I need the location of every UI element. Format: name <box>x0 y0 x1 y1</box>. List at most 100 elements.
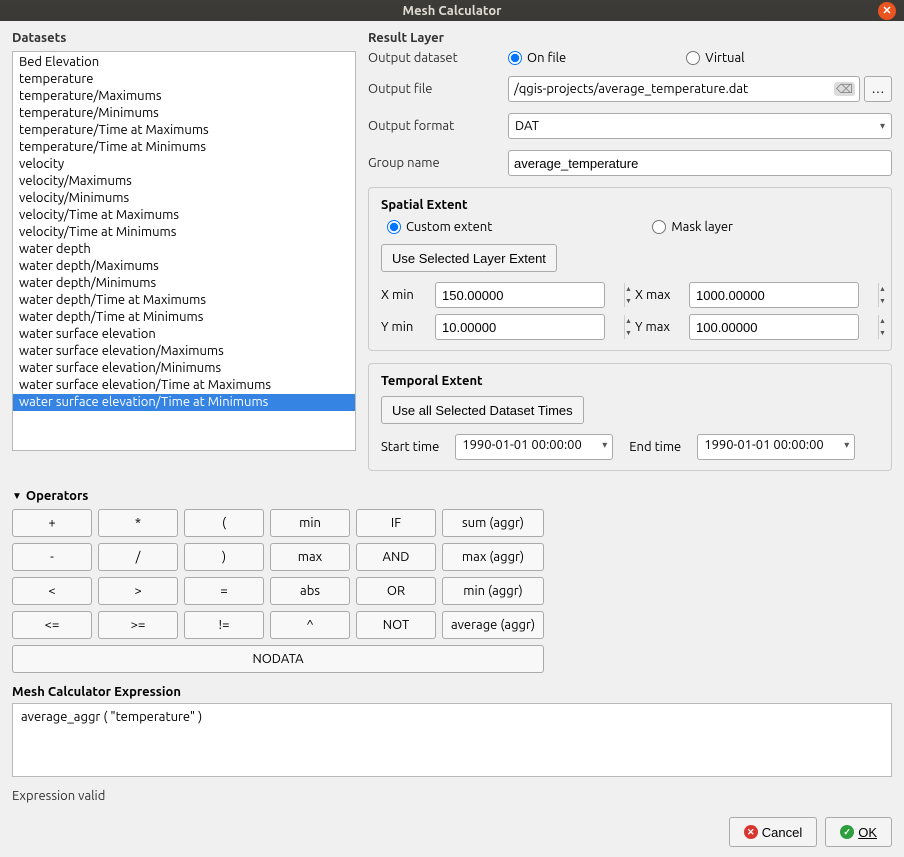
spin-down-icon[interactable]: ▼ <box>879 295 886 307</box>
dataset-item[interactable]: velocity/Time at Minimums <box>13 224 355 241</box>
operator-button[interactable]: sum (aggr) <box>442 509 544 537</box>
browse-button[interactable]: … <box>864 76 892 102</box>
ymin-input[interactable]: ▲▼ <box>435 314 605 340</box>
output-format-row: Output format DAT <box>368 113 892 139</box>
dataset-item[interactable]: temperature/Maximums <box>13 88 355 105</box>
xmax-input[interactable]: ▲▼ <box>689 282 859 308</box>
result-layer-label: Result Layer <box>368 31 892 45</box>
operator-button[interactable]: <= <box>12 611 92 639</box>
dataset-item[interactable]: water depth/Maximums <box>13 258 355 275</box>
expression-input[interactable]: average_aggr ( "temperature" ) <box>12 703 892 777</box>
expression-status: Expression valid <box>12 789 892 803</box>
operators-section: ▼ Operators +*(minIFsum (aggr) -/)maxANDm… <box>12 489 892 673</box>
start-time-select[interactable]: 1990-01-01 00:00:00 <box>455 434 613 460</box>
output-dataset-label: Output dataset <box>368 51 498 65</box>
start-time-label: Start time <box>381 440 439 454</box>
cancel-icon: ✕ <box>744 825 758 839</box>
operator-button[interactable]: * <box>98 509 178 537</box>
dataset-item[interactable]: water depth/Time at Minimums <box>13 309 355 326</box>
xmin-input[interactable]: ▲▼ <box>435 282 605 308</box>
datasets-list[interactable]: Bed Elevationtemperaturetemperature/Maxi… <box>12 51 356 451</box>
mask-layer-radio[interactable]: Mask layer <box>652 220 733 234</box>
dataset-item[interactable]: temperature <box>13 71 355 88</box>
close-icon[interactable]: ✕ <box>878 2 896 20</box>
operator-button[interactable]: > <box>98 577 178 605</box>
dataset-item[interactable]: velocity/Time at Maximums <box>13 207 355 224</box>
output-file-input[interactable]: /qgis-projects/average_temperature.dat ⌫ <box>508 76 860 102</box>
dataset-item[interactable]: water depth <box>13 241 355 258</box>
operator-button[interactable]: max (aggr) <box>442 543 544 571</box>
xmax-label: X max <box>635 288 681 302</box>
output-format-select[interactable]: DAT <box>508 113 892 139</box>
dataset-item[interactable]: water surface elevation <box>13 326 355 343</box>
spin-down-icon[interactable]: ▼ <box>879 327 886 339</box>
dataset-item[interactable]: water depth/Minimums <box>13 275 355 292</box>
group-name-row: Group name <box>368 150 892 176</box>
operator-button[interactable]: AND <box>356 543 436 571</box>
dataset-item[interactable]: Bed Elevation <box>13 54 355 71</box>
operator-button[interactable]: NOT <box>356 611 436 639</box>
operator-button[interactable]: / <box>98 543 178 571</box>
dataset-item[interactable]: water surface elevation/Maximums <box>13 343 355 360</box>
dataset-item[interactable]: water depth/Time at Maximums <box>13 292 355 309</box>
cancel-button[interactable]: ✕ Cancel <box>729 817 817 847</box>
virtual-radio[interactable]: Virtual <box>686 51 744 65</box>
dialog-content: Datasets Bed Elevationtemperaturetempera… <box>0 21 904 857</box>
clear-icon[interactable]: ⌫ <box>834 82 855 96</box>
operator-button[interactable]: < <box>12 577 92 605</box>
on-file-radio[interactable]: On file <box>508 51 566 65</box>
operator-button[interactable]: ^ <box>270 611 350 639</box>
spin-down-icon[interactable]: ▼ <box>625 295 632 307</box>
operator-button[interactable]: OR <box>356 577 436 605</box>
datasets-label: Datasets <box>12 31 356 45</box>
operator-nodata-button[interactable]: NODATA <box>12 645 544 673</box>
operator-button[interactable]: ) <box>184 543 264 571</box>
dataset-item[interactable]: velocity <box>13 156 355 173</box>
spatial-extent-group: Spatial Extent Custom extent Mask layer … <box>368 187 892 351</box>
operator-button[interactable]: != <box>184 611 264 639</box>
spin-up-icon[interactable]: ▲ <box>879 315 886 327</box>
dataset-item[interactable]: temperature/Time at Maximums <box>13 122 355 139</box>
window-title: Mesh Calculator <box>403 4 502 18</box>
ymax-label: Y max <box>635 320 681 334</box>
operator-button[interactable]: + <box>12 509 92 537</box>
operator-button[interactable]: = <box>184 577 264 605</box>
operator-button[interactable]: max <box>270 543 350 571</box>
dataset-item[interactable]: temperature/Minimums <box>13 105 355 122</box>
dataset-item[interactable]: velocity/Maximums <box>13 173 355 190</box>
operators-toggle[interactable]: ▼ Operators <box>12 489 892 503</box>
dataset-item[interactable]: temperature/Time at Minimums <box>13 139 355 156</box>
dataset-item[interactable]: water surface elevation/Time at Minimums <box>13 394 355 411</box>
spin-down-icon[interactable]: ▼ <box>625 327 632 339</box>
operator-button[interactable]: min (aggr) <box>442 577 544 605</box>
operator-button[interactable]: abs <box>270 577 350 605</box>
ymax-input[interactable]: ▲▼ <box>689 314 859 340</box>
spin-up-icon[interactable]: ▲ <box>625 315 632 327</box>
group-name-label: Group name <box>368 156 498 170</box>
operator-button[interactable]: IF <box>356 509 436 537</box>
operators-grid: +*(minIFsum (aggr) -/)maxANDmax (aggr) <>=… <box>12 509 892 673</box>
mesh-calculator-dialog: Mesh Calculator ✕ Datasets Bed Elevation… <box>0 0 904 857</box>
xmin-label: X min <box>381 288 427 302</box>
operator-button[interactable]: - <box>12 543 92 571</box>
operator-button[interactable]: >= <box>98 611 178 639</box>
dataset-item[interactable]: water surface elevation/Minimums <box>13 360 355 377</box>
operator-button[interactable]: average (aggr) <box>442 611 544 639</box>
datasets-panel: Datasets Bed Elevationtemperaturetempera… <box>12 31 356 479</box>
output-file-label: Output file <box>368 82 498 96</box>
operator-button[interactable]: ( <box>184 509 264 537</box>
output-format-label: Output format <box>368 119 498 133</box>
end-time-select[interactable]: 1990-01-01 00:00:00 <box>697 434 855 460</box>
expression-section: Mesh Calculator Expression average_aggr … <box>12 685 892 777</box>
operator-button[interactable]: min <box>270 509 350 537</box>
dataset-item[interactable]: velocity/Minimums <box>13 190 355 207</box>
temporal-extent-group: Temporal Extent Use all Selected Dataset… <box>368 363 892 471</box>
custom-extent-radio[interactable]: Custom extent <box>387 220 492 234</box>
use-all-dataset-times-button[interactable]: Use all Selected Dataset Times <box>381 396 584 424</box>
use-selected-layer-extent-button[interactable]: Use Selected Layer Extent <box>381 244 557 272</box>
spin-up-icon[interactable]: ▲ <box>625 283 632 295</box>
ok-button[interactable]: ✓ OK <box>825 817 892 847</box>
group-name-input[interactable] <box>508 150 892 176</box>
spin-up-icon[interactable]: ▲ <box>879 283 886 295</box>
dataset-item[interactable]: water surface elevation/Time at Maximums <box>13 377 355 394</box>
